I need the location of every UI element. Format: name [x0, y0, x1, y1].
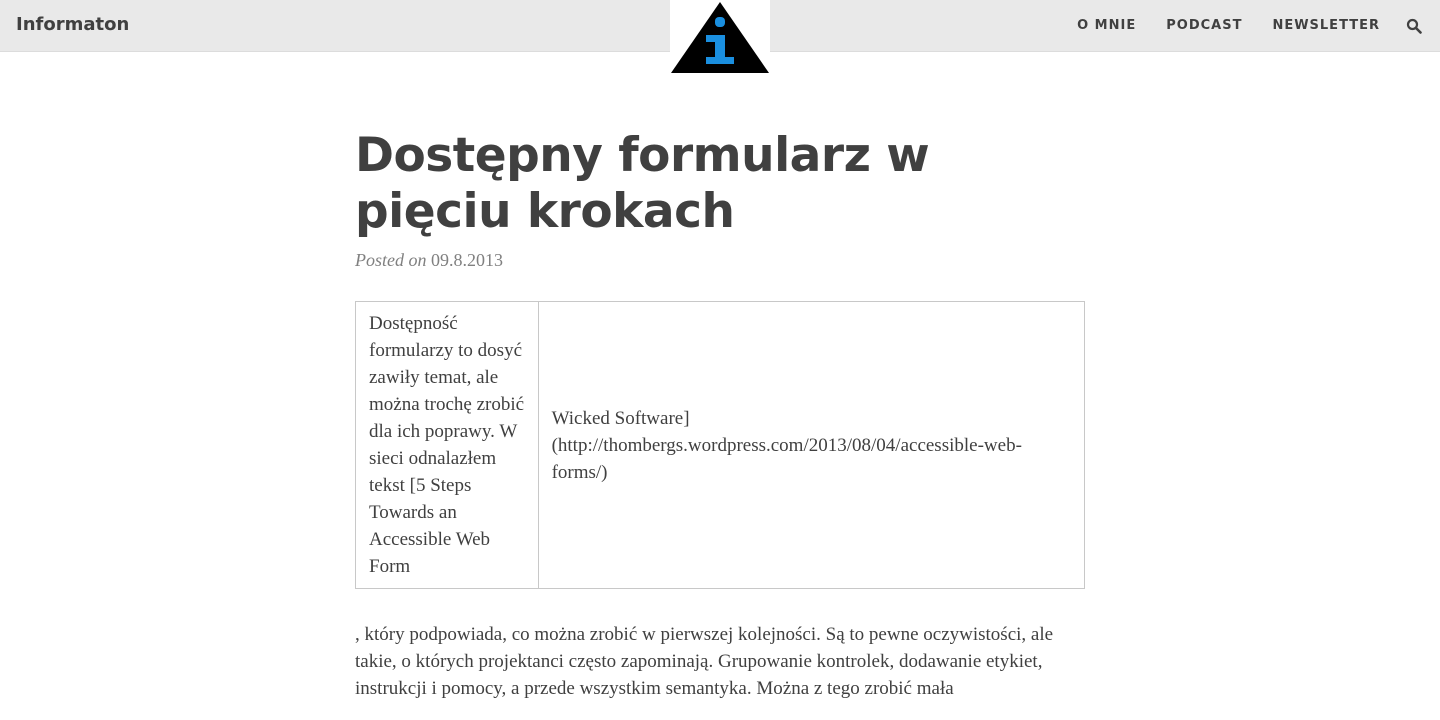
post-date[interactable]: 09.8.2013: [431, 250, 503, 270]
search-icon[interactable]: [1406, 18, 1422, 34]
post-meta: Posted on 09.8.2013: [355, 250, 1085, 271]
posted-on-label: Posted on: [355, 250, 427, 270]
body-paragraph: , który podpowiada, co można zrobić w pi…: [355, 624, 1054, 699]
table-row: Dostępność formularzy to dosyć zawiły te…: [355, 301, 1086, 589]
main-nav: O MNIE PODCAST NEWSLETTER: [1077, 18, 1380, 33]
post-title: Dostępny formularz w pięciu krokach: [355, 128, 930, 239]
table-cell-intro: Dostępność formularzy to dosyć zawiły te…: [355, 301, 539, 589]
nav-item-newsletter[interactable]: NEWSLETTER: [1272, 18, 1380, 33]
article: Dostępny formularz w pięciu krokach Post…: [355, 128, 1086, 702]
nav-item-podcast[interactable]: PODCAST: [1166, 18, 1242, 33]
nav-item-o-mnie[interactable]: O MNIE: [1077, 18, 1136, 33]
table-cell-link: Wicked Software](http://thombergs.wordpr…: [537, 301, 1086, 589]
info-triangle-icon: [671, 2, 769, 73]
site-logo[interactable]: [670, 0, 770, 75]
site-name-link[interactable]: Informaton: [16, 14, 129, 35]
top-bar: Informaton O MNIE PODCAST NEWSLETTER: [0, 0, 1440, 75]
content-table: Dostępność formularzy to dosyć zawiły te…: [355, 301, 1086, 589]
